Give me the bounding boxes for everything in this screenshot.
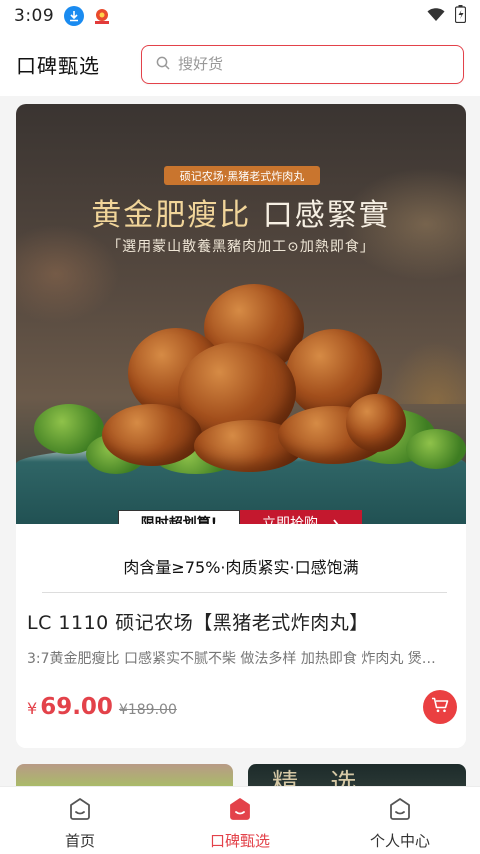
banner-subtitle: 「選用蒙山散養黑豬肉加工⊙加熱即食」 [107, 239, 375, 255]
product-banner-image[interactable]: 硕记农场·黑猪老式炸肉丸 黄金肥瘦比 口感緊實 「選用蒙山散養黑豬肉加工⊙加熱即… [16, 104, 466, 524]
product-card[interactable]: 硕记农场·黑猪老式炸肉丸 黄金肥瘦比 口感緊實 「選用蒙山散養黑豬肉加工⊙加熱即… [16, 104, 466, 748]
banner-headline-gold: 黄金肥瘦比 [91, 198, 252, 233]
app-notification-icon [92, 6, 113, 26]
nav-select[interactable]: 口碑甄选 [160, 787, 320, 854]
buy-now-button[interactable]: 立即抢购 [240, 510, 362, 524]
profile-icon [387, 796, 413, 826]
banner-headline: 黄金肥瘦比 口感緊實 [16, 190, 466, 234]
home-icon [67, 796, 93, 826]
feature-line: 肉含量≥75%·肉质紧实·口感饱满 [123, 558, 359, 577]
product-name[interactable]: LC 1110 硕记农场【黑猪老式炸肉丸】 [27, 608, 369, 635]
product-info: 肉含量≥75%·肉质紧实·口感饱满 LC 1110 硕记农场【黑猪老式炸肉丸】 … [16, 524, 466, 748]
banner-headline-rest: 口感緊實 [262, 198, 391, 233]
cart-icon [431, 697, 449, 717]
nav-profile-label: 个人中心 [369, 832, 430, 850]
page-title: 口碑甄选 [16, 53, 100, 78]
nav-home[interactable]: 首页 [0, 787, 160, 854]
nav-home-label: 首页 [64, 832, 95, 850]
buy-now-label: 立即抢购 [262, 516, 318, 524]
nav-profile[interactable]: 个人中心 [320, 787, 480, 854]
original-price: ¥189.00 [118, 702, 177, 718]
promo-label: 限时超划算! [118, 510, 240, 524]
search-input[interactable] [178, 55, 438, 73]
status-time: 3:09 [14, 6, 55, 26]
bottom-nav: 首页 口碑甄选 个人中心 [0, 786, 480, 854]
select-icon [227, 796, 253, 826]
search-icon [156, 55, 170, 74]
currency-symbol: ¥ [27, 699, 38, 718]
banner-tag: 硕记农场·黑猪老式炸肉丸 [164, 166, 320, 185]
status-bar: 3:09 [0, 0, 480, 32]
wifi-icon [427, 7, 445, 26]
current-price: 69.00 [40, 694, 113, 720]
divider [42, 592, 447, 593]
add-to-cart-button[interactable] [423, 690, 457, 724]
price-row: ¥ 69.00 ¥189.00 [27, 694, 177, 720]
nav-select-label: 口碑甄选 [209, 832, 270, 850]
download-icon [64, 6, 85, 26]
product-description: 3:7黄金肥瘦比 口感紧实不腻不柴 做法多样 加热即食 炸肉丸 煲… [27, 651, 436, 667]
battery-icon [454, 5, 467, 27]
promo-strip[interactable]: 限时超划算! 立即抢购 [118, 510, 362, 524]
arrow-right-icon [324, 515, 340, 524]
search-box[interactable] [141, 44, 464, 84]
header: 口碑甄选 [0, 32, 480, 96]
